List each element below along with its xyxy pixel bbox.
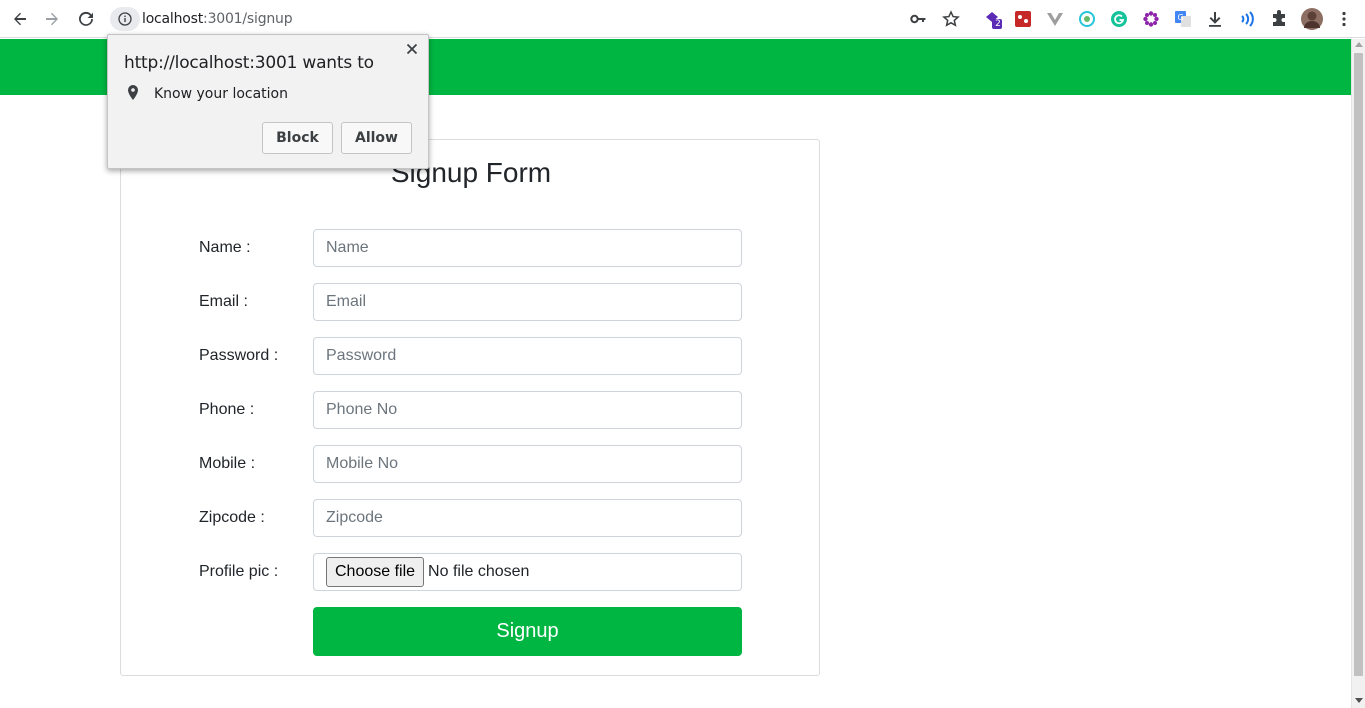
- permission-text: Know your location: [154, 86, 288, 102]
- purple-flower-icon[interactable]: [1141, 9, 1161, 29]
- phone-label: Phone :: [199, 401, 255, 418]
- zipcode-label: Zipcode :: [199, 509, 265, 526]
- reload-icon[interactable]: [74, 7, 98, 31]
- vue-devtools-icon[interactable]: [1045, 9, 1065, 29]
- avatar[interactable]: [1301, 8, 1323, 30]
- password-label: Password :: [199, 347, 279, 364]
- profile-pic-label: Profile pic :: [199, 563, 279, 580]
- location-pin-icon: [126, 84, 140, 102]
- phone-input[interactable]: Phone No: [313, 391, 742, 429]
- forward-icon[interactable]: [40, 7, 64, 31]
- email-label: Email :: [199, 293, 248, 310]
- choose-file-button[interactable]: Choose file: [326, 557, 425, 587]
- scroll-down-arrow[interactable]: [1355, 698, 1363, 703]
- back-icon[interactable]: [8, 7, 32, 31]
- location-permission-popup: http://localhost:3001 wants to Know your…: [107, 34, 429, 169]
- email-input[interactable]: Email: [313, 283, 742, 321]
- download-icon[interactable]: [1205, 9, 1225, 29]
- mobile-label: Mobile :: [199, 455, 256, 472]
- zipcode-input[interactable]: Zipcode: [313, 499, 742, 537]
- scroll-up-arrow[interactable]: [1355, 42, 1363, 47]
- grammarly-icon[interactable]: [1109, 9, 1129, 29]
- url-text: localhost:3001/signup: [142, 11, 293, 27]
- name-input[interactable]: Name: [313, 229, 742, 267]
- red-extension-icon[interactable]: [1013, 9, 1033, 29]
- key-icon[interactable]: [908, 9, 928, 29]
- password-input[interactable]: Password: [313, 337, 742, 375]
- teal-extension-icon[interactable]: [1077, 9, 1097, 29]
- extensions-icon[interactable]: [1269, 9, 1289, 29]
- star-icon[interactable]: [941, 9, 961, 29]
- url-host: localhost: [142, 11, 204, 27]
- extension-badge-count: 2: [995, 19, 1001, 29]
- popup-title: http://localhost:3001 wants to: [124, 53, 374, 73]
- mobile-input[interactable]: Mobile No: [313, 445, 742, 483]
- profile-pic-input: Choose file No file chosen: [313, 553, 742, 591]
- allow-button[interactable]: Allow: [341, 122, 412, 154]
- block-button[interactable]: Block: [262, 122, 333, 154]
- scroll-thumb[interactable]: [1354, 53, 1363, 676]
- url-path: :3001/signup: [203, 11, 293, 27]
- menu-icon[interactable]: [1334, 9, 1354, 29]
- signup-button[interactable]: Signup: [313, 607, 742, 656]
- address-bar[interactable]: localhost:3001/signup: [108, 5, 968, 33]
- wave-extension-icon[interactable]: [1237, 9, 1257, 29]
- page-scrollbar[interactable]: [1351, 39, 1365, 708]
- svg-text:G: G: [1178, 13, 1184, 22]
- close-icon[interactable]: [404, 41, 420, 57]
- extension-badge-icon[interactable]: 2: [983, 9, 1003, 29]
- name-label: Name :: [199, 239, 251, 256]
- browser-toolbar: localhost:3001/signup 2 G: [0, 0, 1365, 38]
- translate-icon[interactable]: G: [1173, 9, 1193, 29]
- signup-form-card: Signup Form Name : Name Email : Email Pa…: [120, 139, 820, 676]
- info-icon[interactable]: [110, 7, 140, 31]
- no-file-text: No file chosen: [428, 563, 530, 580]
